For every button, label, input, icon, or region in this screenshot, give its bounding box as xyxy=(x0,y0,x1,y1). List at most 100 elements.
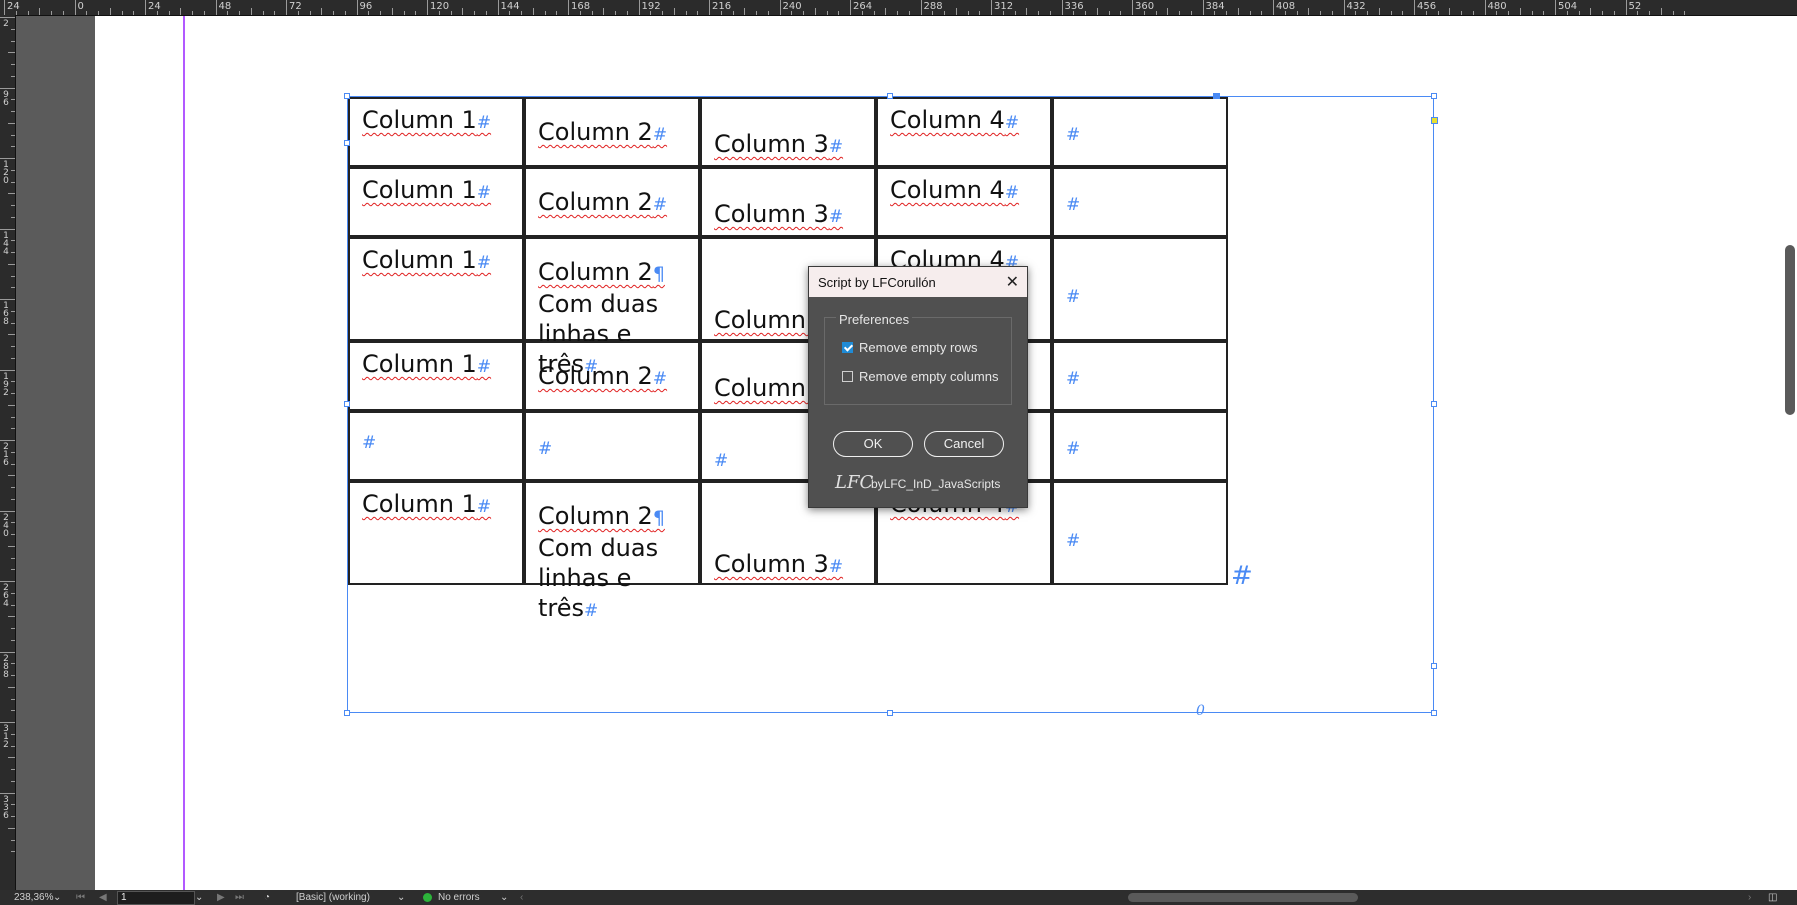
ruler-minor-tick xyxy=(756,11,757,15)
view-mode-icon[interactable]: ◫ xyxy=(1768,891,1777,904)
frame-overset-marker[interactable]: 0 xyxy=(1196,703,1205,719)
ruler-minor-tick xyxy=(1402,11,1404,15)
first-page-icon[interactable]: ⏮ xyxy=(76,891,85,904)
table-cell[interactable]: # xyxy=(1052,411,1228,481)
cell-end-marker: # xyxy=(652,369,668,389)
next-page-icon[interactable]: ▶ xyxy=(217,891,225,904)
table-cell[interactable]: Column 2¶ Com duas linhas e três# xyxy=(524,481,700,622)
scroll-left-icon[interactable]: ‹ xyxy=(520,891,523,904)
ruler-minor-tick xyxy=(591,11,593,15)
table-cell[interactable]: Column 1# xyxy=(348,167,524,237)
ruler-tick xyxy=(427,0,428,15)
table-cell[interactable]: Column 4# xyxy=(876,97,1052,167)
remove-empty-rows-checkbox[interactable] xyxy=(842,342,853,353)
ruler-minor-tick xyxy=(180,8,182,15)
page-number-field[interactable]: 1 xyxy=(117,891,195,905)
table-cell[interactable]: # xyxy=(1052,97,1228,167)
ruler-minor-tick xyxy=(391,8,393,15)
ruler-minor-tick xyxy=(11,604,15,606)
ruler-minor-tick xyxy=(98,11,99,15)
ruler-minor-tick xyxy=(1543,11,1545,15)
ruler-minor-tick xyxy=(11,639,15,641)
ok-button[interactable]: OK xyxy=(833,431,913,457)
resize-handle[interactable] xyxy=(1431,93,1437,99)
ruler-label: 192 xyxy=(641,1,661,12)
ruler-minor-tick xyxy=(767,11,769,15)
table-cell[interactable]: Column 1# xyxy=(348,341,524,411)
ruler-minor-tick xyxy=(11,146,15,148)
ruler-minor-tick xyxy=(1320,11,1321,15)
ruler-tick xyxy=(850,0,851,15)
ruler-minor-tick xyxy=(1684,11,1686,15)
page-dropdown-icon[interactable]: ⌄ xyxy=(195,891,203,904)
table-cell[interactable]: # xyxy=(1052,167,1228,237)
ruler-label: 96 xyxy=(359,1,373,12)
table-cell[interactable]: Column 2# xyxy=(524,97,700,167)
table-cell[interactable]: Column 4# xyxy=(876,167,1052,237)
close-icon[interactable]: ✕ xyxy=(1006,272,1019,292)
cell-end-marker: # xyxy=(1004,113,1020,133)
ruler-minor-tick xyxy=(51,11,52,15)
ruler-minor-tick xyxy=(1155,11,1157,15)
ruler-minor-tick xyxy=(309,11,311,15)
resize-handle[interactable] xyxy=(344,140,350,146)
resize-handle[interactable] xyxy=(887,710,893,716)
resize-handle[interactable] xyxy=(887,93,893,99)
table-cell[interactable]: # xyxy=(1052,237,1228,341)
table-cell[interactable]: # xyxy=(1052,481,1228,585)
ruler-tick xyxy=(0,440,15,441)
ruler-minor-tick xyxy=(8,827,15,829)
table-cell[interactable]: Column 1# xyxy=(348,237,524,341)
cell-text: Column 2¶ xyxy=(538,502,665,530)
ruler-minor-tick xyxy=(603,8,605,15)
threading-port[interactable] xyxy=(1213,93,1220,99)
table-cell[interactable]: Column 1# xyxy=(348,97,524,167)
table-cell[interactable]: Column 2# xyxy=(524,341,700,411)
cell-text: Column 1# xyxy=(362,246,492,274)
remove-empty-columns-option[interactable]: Remove empty columns xyxy=(842,369,998,384)
ruler-label: 264 xyxy=(853,1,873,12)
table-cell[interactable]: Column 3# xyxy=(700,167,876,237)
table-cell[interactable]: Column 3# xyxy=(700,97,876,167)
script-dialog: Script by LFCorullón ✕ Preferences Remov… xyxy=(808,266,1028,508)
preflight-profile[interactable]: [Basic] (working) xyxy=(296,891,370,904)
ruler-tick xyxy=(1061,0,1063,15)
vertical-scrollbar[interactable] xyxy=(1785,245,1795,415)
resize-handle[interactable] xyxy=(1431,401,1437,407)
table-cell[interactable]: # xyxy=(348,411,524,481)
resize-handle[interactable] xyxy=(1431,663,1437,669)
dialog-titlebar[interactable]: Script by LFCorullón ✕ xyxy=(809,267,1027,297)
spread-icon[interactable]: ◔ xyxy=(264,891,270,904)
resize-handle[interactable] xyxy=(344,710,350,716)
table-cell[interactable]: Column 2¶ Com duas linhas e três# xyxy=(524,237,700,378)
ruler-minor-tick xyxy=(626,11,628,15)
resize-handle[interactable] xyxy=(1431,710,1437,716)
ruler-minor-tick xyxy=(1261,11,1263,15)
cell-text: Column 2# xyxy=(538,118,668,146)
zoom-level[interactable]: 238,36% xyxy=(14,891,53,904)
zoom-dropdown-icon[interactable]: ⌄ xyxy=(53,891,61,904)
preflight-status[interactable]: No errors xyxy=(438,891,480,904)
cell-end-marker: # xyxy=(714,451,729,471)
preflight-status-icon xyxy=(423,893,432,902)
horizontal-scrollbar[interactable] xyxy=(1128,893,1358,902)
table-cell[interactable]: # xyxy=(524,411,700,481)
vertical-ruler[interactable]: 2 96 120 144 168 192 216 240 264 288 312 336 xyxy=(0,15,16,890)
ruler-minor-tick xyxy=(1649,11,1650,15)
cancel-button[interactable]: Cancel xyxy=(924,431,1004,457)
remove-empty-columns-checkbox[interactable] xyxy=(842,371,853,382)
profile-dropdown-icon[interactable]: ⌄ xyxy=(397,891,405,904)
last-page-icon[interactable]: ⏭ xyxy=(235,891,244,904)
table-cell[interactable]: # xyxy=(1052,341,1228,411)
resize-handle[interactable] xyxy=(344,93,350,99)
table-cell[interactable]: Column 2# xyxy=(524,167,700,237)
corner-options-handle[interactable] xyxy=(1431,117,1438,124)
table-cell[interactable]: Column 1# xyxy=(348,481,524,585)
scroll-right-icon[interactable]: › xyxy=(1748,891,1751,904)
preflight-dropdown-icon[interactable]: ⌄ xyxy=(500,891,508,904)
resize-handle[interactable] xyxy=(344,401,350,407)
previous-page-icon[interactable]: ◀ xyxy=(99,891,107,904)
remove-empty-rows-option[interactable]: Remove empty rows xyxy=(842,340,977,355)
ruler-label: 120 xyxy=(3,160,9,186)
horizontal-ruler[interactable]: 24 0 24 48 72 96 120 144 168 192 216 240 264 288 312 33… xyxy=(0,0,1797,16)
